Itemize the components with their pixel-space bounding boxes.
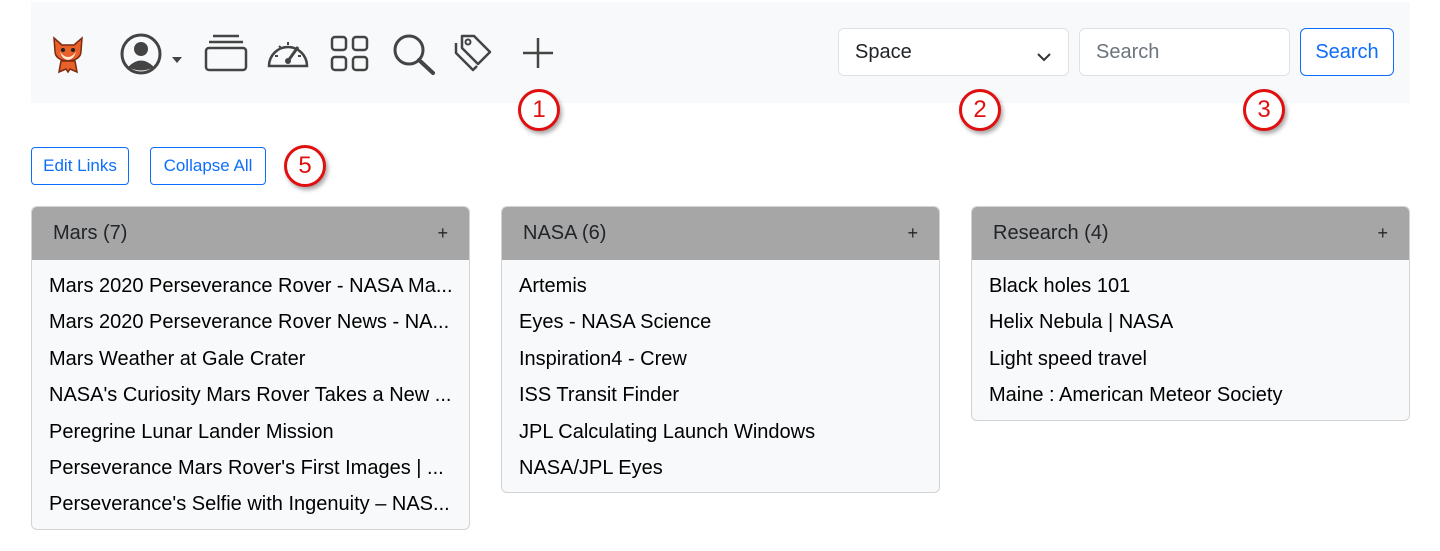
- grid-icon[interactable]: [330, 35, 370, 73]
- link-item[interactable]: Peregrine Lunar Lander Mission: [32, 414, 469, 450]
- space-select[interactable]: Space: [838, 28, 1069, 76]
- link-group-card: Mars (7) + Mars 2020 Perseverance Rover …: [31, 206, 470, 530]
- chevron-down-icon: [1036, 46, 1052, 69]
- card-header[interactable]: Research (4) +: [972, 207, 1409, 260]
- link-item[interactable]: ISS Transit Finder: [502, 377, 939, 413]
- callout-3: 3: [1243, 89, 1285, 131]
- caret-down-icon[interactable]: [171, 56, 183, 64]
- link-item[interactable]: NASA/JPL Eyes: [502, 450, 939, 486]
- link-group-card: NASA (6) + Artemis Eyes - NASA Science I…: [501, 206, 940, 494]
- link-item[interactable]: Light speed travel: [972, 341, 1409, 377]
- dashboard-gauge-icon[interactable]: [265, 34, 311, 72]
- card-header[interactable]: Mars (7) +: [32, 207, 469, 260]
- card-title: Mars (7): [53, 222, 128, 244]
- link-item[interactable]: JPL Calculating Launch Windows: [502, 414, 939, 450]
- add-link-button[interactable]: +: [907, 223, 918, 244]
- callout-1: 1: [518, 89, 560, 131]
- space-select-value: Space: [855, 40, 912, 63]
- card-title: Research (4): [993, 222, 1109, 244]
- add-link-button[interactable]: +: [437, 223, 448, 244]
- link-item[interactable]: NASA's Curiosity Mars Rover Takes a New …: [32, 377, 469, 413]
- link-item[interactable]: Helix Nebula | NASA: [972, 304, 1409, 340]
- collections-icon[interactable]: [204, 33, 248, 73]
- user-circle-icon[interactable]: [119, 32, 163, 76]
- card-header[interactable]: NASA (6) +: [502, 207, 939, 260]
- card-link-list: Black holes 101 Helix Nebula | NASA Ligh…: [972, 260, 1409, 420]
- link-item[interactable]: Artemis: [502, 268, 939, 304]
- add-link-button[interactable]: +: [1377, 223, 1388, 244]
- link-item[interactable]: Mars Weather at Gale Crater: [32, 341, 469, 377]
- card-link-list: Mars 2020 Perseverance Rover - NASA Ma..…: [32, 260, 469, 529]
- link-item[interactable]: Perseverance Mars Rover's First Images |…: [32, 450, 469, 486]
- link-item[interactable]: Inspiration4 - Crew: [502, 341, 939, 377]
- collapse-all-button[interactable]: Collapse All: [150, 147, 266, 185]
- tag-icon[interactable]: [453, 33, 497, 75]
- fox-logo-icon[interactable]: [49, 34, 87, 74]
- card-link-list: Artemis Eyes - NASA Science Inspiration4…: [502, 260, 939, 492]
- link-item[interactable]: Eyes - NASA Science: [502, 304, 939, 340]
- link-item[interactable]: Black holes 101: [972, 268, 1409, 304]
- search-icon[interactable]: [391, 32, 437, 76]
- card-title: NASA (6): [523, 222, 607, 244]
- link-item[interactable]: Mars 2020 Perseverance Rover - NASA Ma..…: [32, 268, 469, 304]
- plus-icon[interactable]: [521, 36, 555, 70]
- link-item[interactable]: Perseverance's Selfie with Ingenuity – N…: [32, 486, 469, 522]
- link-group-card: Research (4) + Black holes 101 Helix Neb…: [971, 206, 1410, 421]
- search-input[interactable]: [1079, 28, 1290, 76]
- edit-links-button[interactable]: Edit Links: [31, 147, 129, 185]
- search-button[interactable]: Search: [1300, 28, 1394, 76]
- callout-2: 2: [959, 89, 1001, 131]
- link-item[interactable]: Maine : American Meteor Society: [972, 377, 1409, 413]
- callout-5: 5: [284, 145, 326, 187]
- link-item[interactable]: Mars 2020 Perseverance Rover News - NA..…: [32, 304, 469, 340]
